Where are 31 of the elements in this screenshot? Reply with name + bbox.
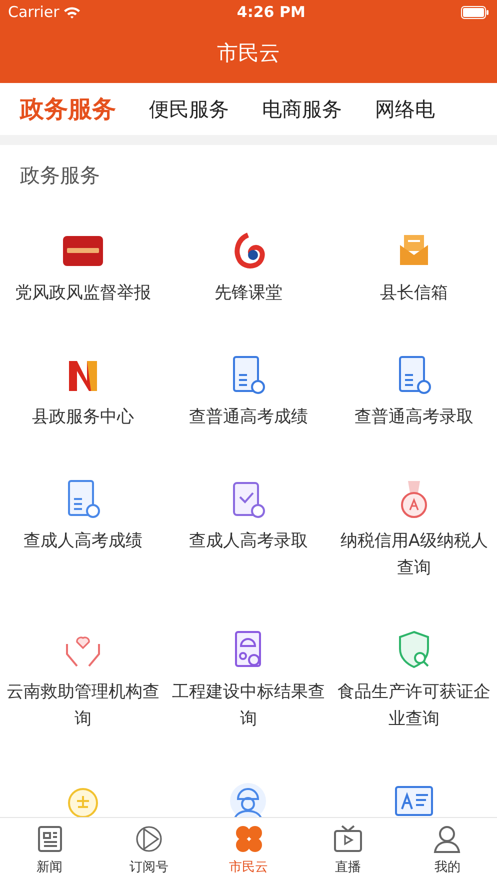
nav-tab[interactable]: 直播 <box>298 818 398 883</box>
service-item[interactable]: 工程建设中标结果查询 <box>166 628 332 779</box>
service-item[interactable]: 云南救助管理机构查询 <box>0 628 166 779</box>
service-item[interactable]: 查普通高考录取 <box>331 353 497 477</box>
service-item[interactable]: 县政服务中心 <box>0 353 166 477</box>
nav-tab[interactable]: 我的 <box>398 818 497 883</box>
service-item[interactable]: 食品生产许可获证企业查询 <box>331 628 497 779</box>
person-icon <box>432 824 462 854</box>
page-title: 市民云 <box>217 40 280 68</box>
clover-icon <box>234 824 264 854</box>
category-tab[interactable]: 便民服务 <box>149 94 229 124</box>
service-item[interactable]: 查成人高考录取 <box>166 477 332 628</box>
category-tab[interactable]: 政务服务 <box>20 91 116 127</box>
service-item[interactable]: 查成人高考成绩 <box>0 477 166 628</box>
play-circle-icon <box>134 824 164 854</box>
service-item[interactable]: 纳税信用A级纳税人查询 <box>331 477 497 628</box>
category-tab[interactable]: 电商服务 <box>262 94 342 124</box>
battery-icon <box>460 6 489 19</box>
nav-tab[interactable]: 订阅号 <box>99 818 199 883</box>
clock: 4:26 PM <box>236 2 306 24</box>
tv-icon <box>332 824 363 854</box>
nav-tab[interactable]: 市民云 <box>198 818 298 883</box>
service-item[interactable]: 先锋课堂 <box>166 229 332 353</box>
wifi-icon <box>63 6 82 19</box>
carrier-label: Carrier <box>8 2 60 24</box>
service-item[interactable]: 党风政风监督举报 <box>0 229 166 353</box>
category-tab[interactable]: 网络电 <box>375 94 435 124</box>
section-title: 政务服务 <box>20 163 100 187</box>
nav-tab[interactable]: 新闻 <box>0 818 100 883</box>
service-item[interactable]: 县长信箱 <box>331 229 497 353</box>
service-item[interactable]: 查普通高考成绩 <box>166 353 332 477</box>
